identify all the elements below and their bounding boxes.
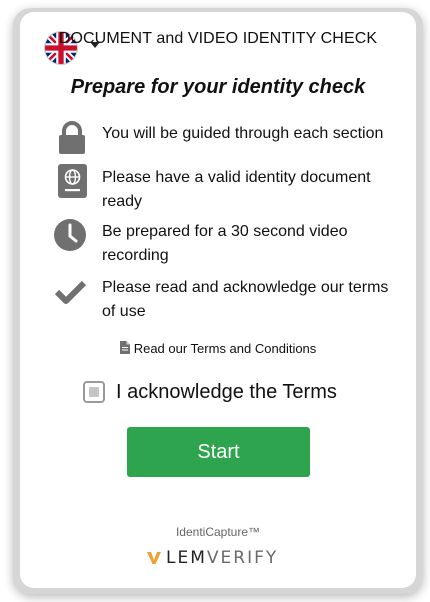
checkbox-indicator bbox=[89, 387, 99, 397]
step-document-text: Please have a valid identity document re… bbox=[102, 169, 371, 210]
logo-text-lem: LEM bbox=[166, 548, 207, 568]
clock-icon bbox=[54, 219, 86, 251]
acknowledge-checkbox[interactable] bbox=[83, 381, 105, 403]
lemverify-v-icon bbox=[147, 552, 161, 564]
passport-icon bbox=[58, 164, 87, 198]
start-button[interactable]: Start bbox=[127, 427, 310, 477]
document-icon bbox=[119, 341, 130, 354]
page-title: DOCUMENT and VIDEO IDENTITY CHECK bbox=[58, 30, 378, 47]
terms-link[interactable]: Read our Terms and Conditions bbox=[20, 341, 416, 356]
acknowledge-checkbox-row[interactable]: I acknowledge the Terms bbox=[83, 378, 337, 406]
lemverify-logo: LEMVERIFY bbox=[147, 547, 278, 569]
brand-name: IdentiCapture™ bbox=[175, 525, 261, 539]
acknowledge-label[interactable]: I acknowledge the Terms bbox=[116, 381, 337, 404]
step-terms-text: Please read and acknowledge our terms of… bbox=[102, 279, 389, 320]
lock-icon bbox=[59, 121, 85, 154]
section-heading: Prepare for your identity check bbox=[70, 76, 366, 98]
logo-text-verify: VERIFY bbox=[206, 548, 279, 568]
step-video-text: Be prepared for a 30 second video record… bbox=[102, 223, 348, 264]
terms-link-label[interactable]: Read our Terms and Conditions bbox=[134, 341, 317, 356]
step-guided-text: You will be guided through each section bbox=[102, 125, 384, 142]
checkmark-icon bbox=[54, 280, 87, 304]
identity-check-card: DOCUMENT and VIDEO IDENTITY CHECK Prepar… bbox=[20, 12, 416, 588]
